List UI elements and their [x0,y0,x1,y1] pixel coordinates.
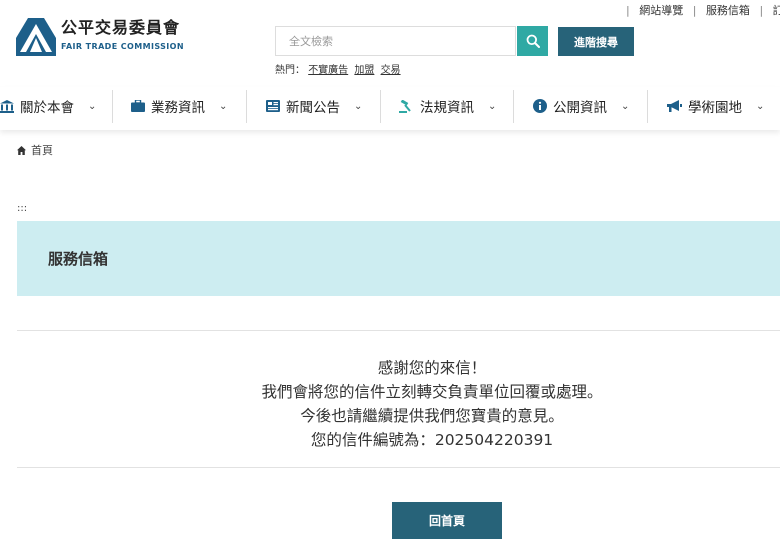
info-icon [533,99,547,113]
accesskey-anchor[interactable]: ::: [17,203,27,214]
nav-divider [380,90,381,123]
top-links: | 網站導覽 | 服務信箱 | 訂閱 [620,2,780,18]
site-logo[interactable]: 公平交易委員會 FAIR TRADE COMMISSION [16,18,184,56]
nav-label: 關於本會 [20,100,74,116]
building-icon [0,99,14,113]
advanced-search-button[interactable]: 進階搜尋 [558,27,634,56]
ftc-emblem-icon [16,18,56,56]
message-line: 您的信件編號為：202504220391 [310,431,554,449]
nav-item-news[interactable]: 新聞公告 ⌄ [266,87,362,125]
nav-item-regulations[interactable]: 法規資訊 ⌄ [399,87,496,125]
message-line: 感謝您的來信！ [377,359,487,377]
search-button[interactable] [517,26,548,56]
hot-keyword[interactable]: 加盟 [354,65,374,76]
hot-keyword[interactable]: 不實廣告 [308,65,348,76]
nav-item-business[interactable]: 業務資訊 ⌄ [131,87,227,125]
chevron-down-icon: ⌄ [488,100,497,112]
nav-item-public-info[interactable]: 公開資訊 ⌄ [533,87,629,125]
hot-keyword[interactable]: 交易 [381,65,401,76]
chevron-down-icon: ⌄ [88,100,97,112]
chevron-down-icon: ⌄ [354,100,363,112]
message-line: 今後也請繼續提供我們您寶貴的意見。 [300,407,564,425]
confirmation-message: 感謝您的來信！ 我們會將您的信件立刻轉交負責單位回覆或處理。 今後也請繼續提供我… [17,356,780,452]
message-line: 我們會將您的信件立刻轉交負責單位回覆或處理。 [261,383,603,401]
gavel-icon [399,99,414,113]
search-icon [526,34,540,48]
title-panel: 服務信箱 [17,221,780,296]
nav-divider [513,90,514,123]
divider [17,330,780,331]
search-input[interactable] [275,26,516,56]
sitemap-link[interactable]: 網站導覽 [639,4,683,17]
breadcrumb-home-link[interactable]: 首頁 [31,142,53,158]
hot-label: 熱門： [275,65,305,76]
nav-divider [246,90,247,123]
nav-label: 法規資訊 [420,100,474,116]
nav-label: 學術園地 [688,100,742,116]
newspaper-icon [266,100,280,112]
nav-label: 業務資訊 [151,100,205,116]
separator: | [759,4,764,17]
nav-divider [112,90,113,123]
logo-name-en: FAIR TRADE COMMISSION [61,42,184,51]
separator: | [626,4,630,17]
chevron-down-icon: ⌄ [219,100,228,112]
divider [17,467,780,468]
nav-label: 公開資訊 [553,100,607,116]
breadcrumb: 首頁 [17,142,53,158]
nav-item-academic[interactable]: 學術園地 ⌄ [667,87,764,125]
home-icon [17,145,26,155]
hot-keywords: 熱門： 不實廣告 加盟 交易 [275,61,404,76]
nav-label: 新聞公告 [286,100,340,116]
megaphone-icon [667,99,682,113]
nav-item-about[interactable]: 關於本會 ⌄ [0,87,96,125]
chevron-down-icon: ⌄ [756,100,765,112]
subscribe-link[interactable]: 訂閱 [773,4,780,17]
separator: | [692,4,697,17]
nav-divider [647,90,648,123]
page-title: 服務信箱 [48,250,109,268]
main-nav: 關於本會 ⌄ 業務資訊 ⌄ 新聞公告 ⌄ 法規資訊 ⌄ 公開資訊 ⌄ 學術園地 … [0,87,780,130]
briefcase-icon [131,100,145,112]
chevron-down-icon: ⌄ [621,100,630,112]
logo-name-zh: 公平交易委員會 [61,18,181,37]
service-mailbox-link[interactable]: 服務信箱 [706,4,750,17]
back-home-button[interactable]: 回首頁 [392,502,502,539]
